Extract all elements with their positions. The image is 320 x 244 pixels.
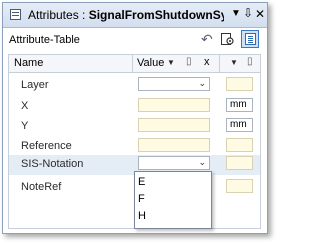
close-icon[interactable]: ✕ (255, 7, 265, 21)
row-name: X (21, 100, 29, 112)
table-row[interactable]: X mm (9, 97, 260, 117)
reference-value-field[interactable] (138, 138, 210, 152)
pin-icon[interactable]: ⇩ (243, 6, 253, 20)
table-row[interactable]: Reference (9, 137, 260, 157)
title-prefix: Attributes : (28, 8, 89, 22)
layer-value-dropdown[interactable]: ⌄ (138, 77, 210, 91)
noteref-unit-field[interactable] (226, 179, 253, 193)
option-e[interactable]: E (138, 176, 145, 188)
row-name: SIS-Notation (21, 158, 84, 170)
settings-page-icon[interactable] (220, 32, 234, 46)
y-value-field[interactable] (138, 118, 210, 132)
column-header-name[interactable]: Name (14, 57, 43, 69)
window-menu-icon[interactable]: ▼ (231, 8, 241, 19)
option-f[interactable]: F (138, 193, 145, 205)
sis-notation-dropdown[interactable]: ⌄ (138, 156, 210, 170)
sis-notation-options-list: E F H (134, 171, 212, 229)
column-divider[interactable] (219, 55, 220, 72)
x-value-field[interactable] (138, 98, 210, 112)
y-unit-field[interactable]: mm (226, 118, 253, 132)
value-filter-icon[interactable]: ▼ (167, 58, 175, 67)
row-name: NoteRef (21, 181, 62, 193)
undo-icon[interactable]: ↶ (201, 31, 213, 48)
value-copy-icon[interactable]: ▯ (186, 56, 192, 67)
sis-notation-unit-field[interactable] (226, 156, 253, 170)
attribute-table-label: Attribute-Table (9, 34, 80, 46)
reference-unit-field[interactable] (226, 138, 253, 152)
table-row[interactable]: Y mm (9, 117, 260, 137)
row-name: Reference (21, 140, 72, 152)
row-name: Y (21, 120, 29, 132)
layer-unit-field[interactable] (226, 77, 253, 91)
chevron-down-icon: ⌄ (198, 157, 206, 167)
option-h[interactable]: H (138, 210, 146, 222)
table-header: Name Value ▼ ▯ x ▼ ▯ (9, 55, 260, 73)
window-title: Attributes : SignalFromShutdownSyster (28, 8, 224, 22)
row-name: Layer (21, 79, 49, 91)
unit-filter-icon[interactable]: ▼ (230, 58, 238, 67)
column-header-value[interactable]: Value (137, 57, 164, 69)
chevron-down-icon: ⌄ (198, 78, 206, 88)
title-bar: Attributes : SignalFromShutdownSyster ▼ … (3, 3, 267, 28)
table-row[interactable]: Layer ⌄ (9, 76, 260, 96)
column-header-x[interactable]: x (204, 56, 210, 68)
title-object-name: SignalFromShutdownSyster (88, 8, 224, 22)
attributes-window-icon (10, 9, 21, 20)
x-unit-field[interactable]: mm (226, 98, 253, 112)
toolbar: Attribute-Table ↶ (3, 28, 267, 52)
column-divider[interactable] (132, 55, 133, 72)
document-list-icon (245, 33, 256, 45)
unit-copy-icon[interactable]: ▯ (247, 56, 253, 67)
attribute-table-view-button[interactable] (241, 30, 259, 48)
